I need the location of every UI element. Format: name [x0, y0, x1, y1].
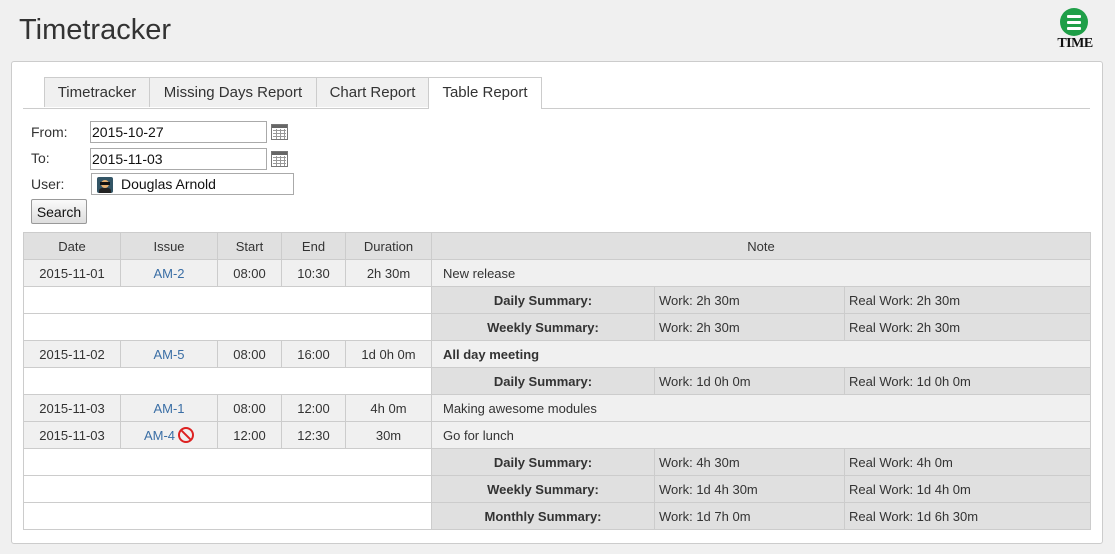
summary-work: Work: 1d 7h 0m [654, 502, 845, 530]
page-title: Timetracker [19, 14, 171, 46]
summary-real-work: Real Work: 2h 30m [843, 313, 1092, 341]
entry-start: 08:00 [217, 340, 282, 368]
report-table: Date Issue Start End Duration Note 2015-… [23, 232, 1092, 530]
tab-table-report[interactable]: Table Report [428, 77, 542, 109]
tab-missing-days-report[interactable]: Missing Days Report [149, 77, 317, 107]
entry-duration: 30m [345, 421, 432, 449]
header-duration: Duration [345, 232, 432, 260]
to-label: To: [31, 150, 50, 166]
table-row: 2015-11-01 AM-2 08:00 10:30 2h 30m New r… [23, 259, 1092, 287]
entry-note: Go for lunch [430, 421, 1092, 449]
entry-end: 12:00 [281, 394, 346, 422]
entry-start: 12:00 [217, 421, 282, 449]
tab-timetracker[interactable]: Timetracker [44, 77, 150, 107]
summary-real-work: Real Work: 1d 6h 30m [843, 502, 1092, 530]
issue-link[interactable]: AM-2 [153, 266, 184, 281]
summary-row: Daily Summary: Work: 2h 30m Real Work: 2… [23, 286, 1092, 314]
summary-row: Weekly Summary: Work: 2h 30m Real Work: … [23, 313, 1092, 341]
calendar-icon[interactable] [271, 151, 288, 167]
logo-text: TIME [1057, 36, 1093, 51]
entry-start: 08:00 [217, 394, 282, 422]
summary-real-work: Real Work: 1d 0h 0m [843, 367, 1092, 395]
summary-label: Daily Summary: [431, 367, 655, 395]
summary-label: Daily Summary: [431, 448, 655, 476]
tab-bar: Timetracker Missing Days Report Chart Re… [23, 77, 1090, 109]
summary-work: Work: 2h 30m [654, 313, 845, 341]
table-header-row: Date Issue Start End Duration Note [23, 232, 1092, 260]
blocked-icon [178, 427, 195, 443]
from-label: From: [31, 124, 68, 140]
entry-end: 12:30 [281, 421, 346, 449]
logo-icon [1060, 8, 1088, 36]
time-logo: TIME [1052, 8, 1098, 52]
header-note: Note [430, 232, 1092, 260]
issue-link[interactable]: AM-4 [144, 428, 175, 443]
table-row: 2015-11-03 AM-1 08:00 12:00 4h 0m Making… [23, 394, 1092, 422]
table-row: 2015-11-02 AM-5 08:00 16:00 1d 0h 0m All… [23, 340, 1092, 368]
entry-end: 10:30 [281, 259, 346, 287]
summary-label: Weekly Summary: [431, 313, 655, 341]
header-date: Date [23, 232, 121, 260]
summary-row: Monthly Summary: Work: 1d 7h 0m Real Wor… [23, 502, 1092, 530]
entry-note: Making awesome modules [430, 394, 1092, 422]
summary-real-work: Real Work: 4h 0m [843, 448, 1092, 476]
entry-duration: 2h 30m [345, 259, 432, 287]
entry-date: 2015-11-01 [23, 259, 121, 287]
summary-label: Daily Summary: [431, 286, 655, 314]
summary-row: Daily Summary: Work: 4h 30m Real Work: 4… [23, 448, 1092, 476]
header-issue: Issue [120, 232, 218, 260]
summary-real-work: Real Work: 2h 30m [843, 286, 1092, 314]
issue-link[interactable]: AM-5 [153, 347, 184, 362]
summary-label: Monthly Summary: [431, 502, 655, 530]
summary-work: Work: 4h 30m [654, 448, 845, 476]
entry-note: All day meeting [430, 340, 1092, 368]
header-end: End [281, 232, 346, 260]
search-button[interactable]: Search [31, 199, 87, 224]
summary-work: Work: 1d 0h 0m [654, 367, 845, 395]
tab-chart-report[interactable]: Chart Report [316, 77, 429, 107]
issue-link[interactable]: AM-1 [153, 401, 184, 416]
user-name: Douglas Arnold [121, 176, 216, 192]
main-panel: Timetracker Missing Days Report Chart Re… [11, 61, 1103, 544]
from-date-input[interactable]: 2015-10-27 [90, 121, 267, 143]
calendar-icon[interactable] [271, 124, 288, 140]
entry-date: 2015-11-03 [23, 421, 121, 449]
entry-duration: 1d 0h 0m [345, 340, 432, 368]
entry-duration: 4h 0m [345, 394, 432, 422]
summary-work: Work: 2h 30m [654, 286, 845, 314]
header-start: Start [217, 232, 282, 260]
entry-end: 16:00 [281, 340, 346, 368]
summary-work: Work: 1d 4h 30m [654, 475, 845, 503]
entry-date: 2015-11-02 [23, 340, 121, 368]
summary-row: Weekly Summary: Work: 1d 4h 30m Real Wor… [23, 475, 1092, 503]
summary-row: Daily Summary: Work: 1d 0h 0m Real Work:… [23, 367, 1092, 395]
summary-label: Weekly Summary: [431, 475, 655, 503]
user-picker[interactable]: Douglas Arnold [91, 173, 294, 195]
entry-start: 08:00 [217, 259, 282, 287]
summary-real-work: Real Work: 1d 4h 0m [843, 475, 1092, 503]
user-avatar-icon [97, 177, 113, 193]
table-row: 2015-11-03 AM-4 12:00 12:30 30m Go for l… [23, 421, 1092, 449]
entry-note: New release [430, 259, 1092, 287]
user-label: User: [31, 176, 65, 192]
entry-date: 2015-11-03 [23, 394, 121, 422]
to-date-input[interactable]: 2015-11-03 [90, 148, 267, 170]
